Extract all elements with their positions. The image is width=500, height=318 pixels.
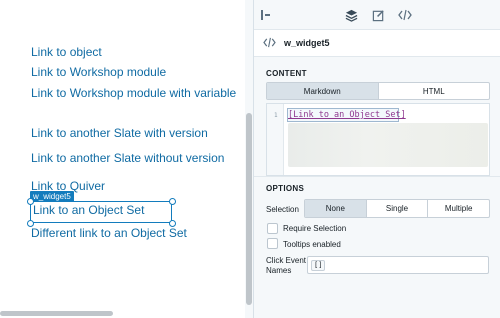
require-selection-checkbox[interactable]	[267, 223, 278, 234]
code-icon[interactable]	[397, 7, 413, 23]
click-event-names-input[interactable]: []	[307, 256, 489, 274]
widget-selection-box[interactable]	[30, 201, 172, 223]
slate-canvas[interactable]: Link to object Link to Workshop module L…	[0, 0, 253, 318]
panel-collapse-icon[interactable]	[258, 7, 274, 23]
edit-icon[interactable]	[370, 7, 386, 23]
horizontal-scrollbar[interactable]	[0, 311, 113, 316]
resize-handle-bottom-right[interactable]	[169, 220, 176, 227]
content-section-title: CONTENT	[266, 69, 307, 78]
selection-none-option[interactable]: None	[305, 200, 367, 217]
resize-handle-bottom-left[interactable]	[27, 220, 34, 227]
tooltips-enabled-label: Tooltips enabled	[283, 240, 341, 249]
widget-name[interactable]: w_widget5	[284, 38, 330, 48]
widget-header: w_widget5	[254, 30, 500, 57]
vertical-scrollbar[interactable]	[246, 113, 252, 305]
click-event-names-label: Click Event Names	[266, 256, 307, 275]
tooltips-enabled-checkbox[interactable]	[267, 238, 278, 249]
tab-html[interactable]: HTML	[379, 83, 490, 99]
require-selection-label: Require Selection	[283, 224, 347, 233]
editor-blurred-region	[288, 123, 488, 167]
section-divider	[254, 176, 500, 177]
code-widget-icon	[263, 37, 276, 51]
markdown-code-editor[interactable]: 1 [Link to an Object Set]	[266, 103, 490, 176]
selection-label: Selection	[266, 205, 299, 214]
widget-name-tag[interactable]: w_widget5	[30, 191, 74, 202]
selection-mode-toggle: None Single Multiple	[304, 199, 490, 218]
link-to-slate-with-version[interactable]: Link to another Slate with version	[31, 126, 208, 140]
link-to-object[interactable]: Link to object	[31, 45, 102, 59]
selection-multiple-option[interactable]: Multiple	[428, 200, 489, 217]
layers-icon[interactable]	[343, 7, 359, 23]
different-link-to-object-set[interactable]: Different link to an Object Set	[31, 226, 187, 240]
selection-single-option[interactable]: Single	[367, 200, 429, 217]
options-section-title: OPTIONS	[266, 184, 305, 193]
panel-toolbar	[254, 0, 500, 30]
link-to-slate-without-version[interactable]: Link to another Slate without version	[31, 151, 224, 165]
click-event-names-value[interactable]: []	[311, 260, 326, 271]
link-to-workshop-module-var[interactable]: Link to Workshop module with variable	[31, 86, 236, 100]
code-line[interactable]: [Link to an Object Set]	[288, 110, 406, 120]
line-number: 1	[274, 112, 278, 119]
resize-handle-top-left[interactable]	[27, 198, 34, 205]
tab-markdown[interactable]: Markdown	[267, 83, 379, 99]
link-to-workshop-module[interactable]: Link to Workshop module	[31, 65, 166, 79]
content-format-toggle: Markdown HTML	[266, 82, 490, 100]
resize-handle-top-right[interactable]	[169, 198, 176, 205]
